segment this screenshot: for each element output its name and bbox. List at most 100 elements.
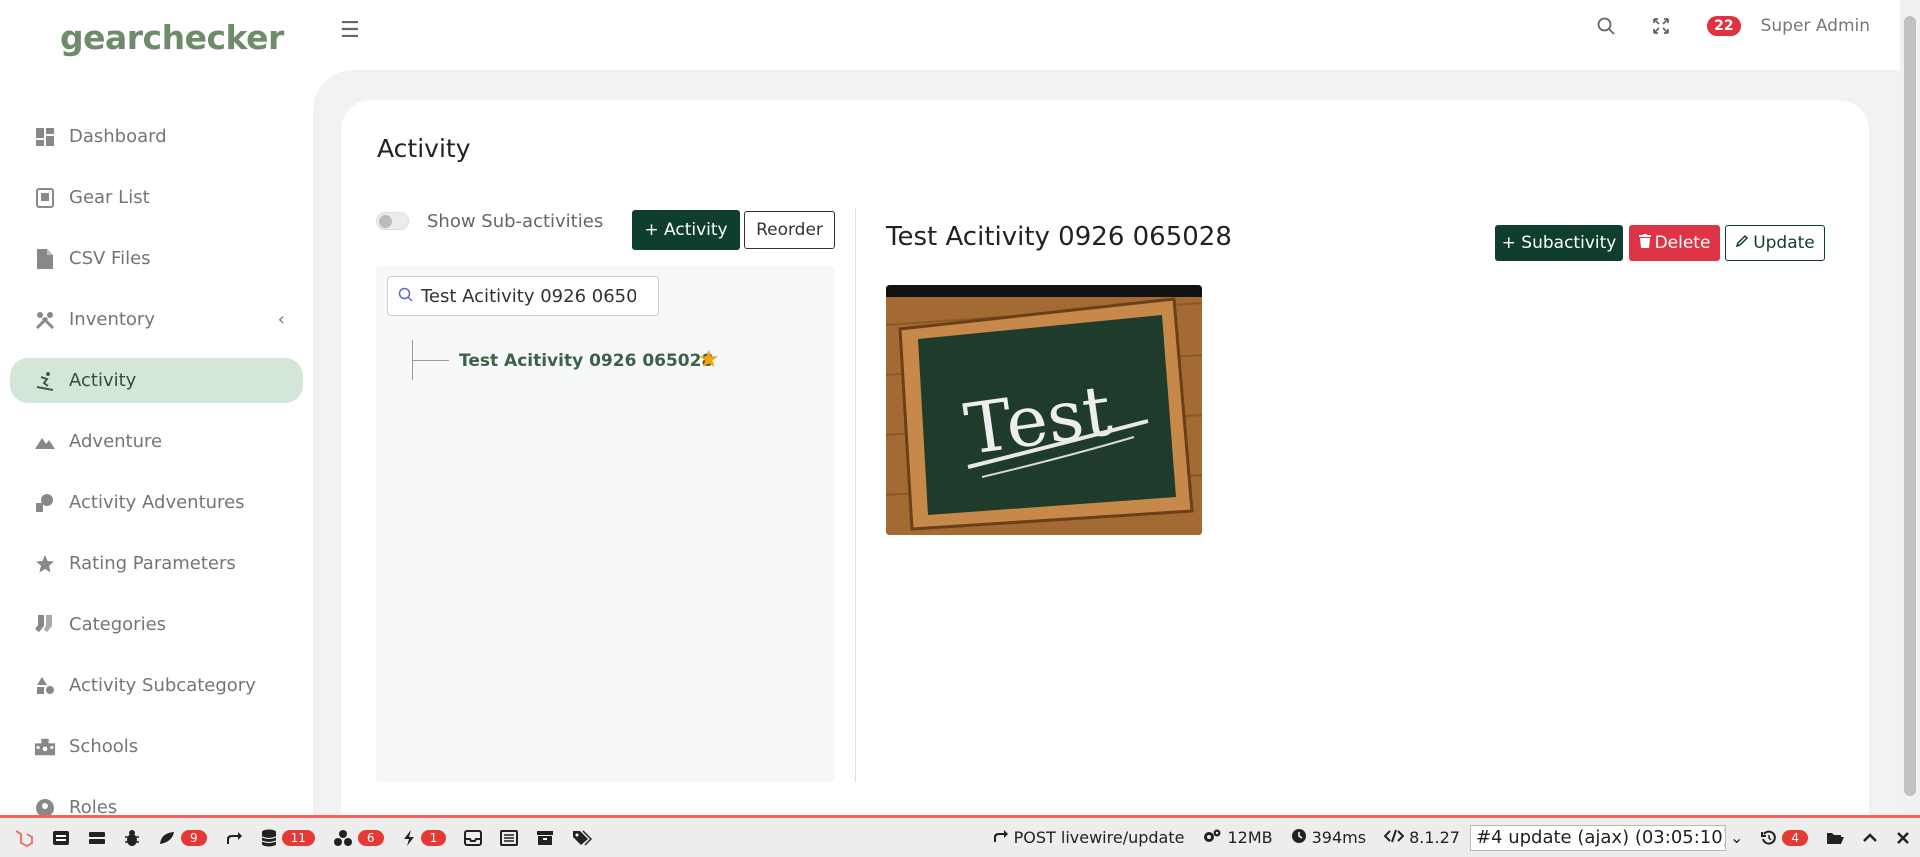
- fullscreen-icon[interactable]: [1653, 18, 1670, 34]
- sidebar-item-schools[interactable]: Schools: [10, 724, 303, 769]
- hamburger-menu-icon[interactable]: ☰: [340, 18, 360, 43]
- time-label: 394ms: [1311, 828, 1367, 847]
- views-count-badge: 9: [181, 829, 207, 846]
- page-scrollbar[interactable]: [1900, 0, 1920, 815]
- sidebar-item-label: Activity: [69, 370, 137, 391]
- database-icon[interactable]: 11: [261, 829, 315, 847]
- sidebar-item-csv-files[interactable]: CSV Files: [10, 236, 303, 281]
- search-icon[interactable]: [1597, 17, 1615, 35]
- scrollbar-thumb[interactable]: [1904, 16, 1916, 796]
- topbar: 22 Super Admin: [1559, 16, 1870, 36]
- events-icon[interactable]: 1: [402, 829, 447, 847]
- panel-divider: [855, 208, 856, 782]
- sidebar-item-activity-subcategory[interactable]: Activity Subcategory: [10, 663, 303, 708]
- toggle-knob: [379, 215, 392, 228]
- sidebar-item-gear-list[interactable]: Gear List: [10, 175, 303, 220]
- events-count-badge: 1: [420, 829, 447, 846]
- search-icon: [398, 287, 413, 306]
- sidebar-item-label: Categories: [69, 614, 167, 635]
- list-icon[interactable]: [500, 829, 519, 846]
- close-icon[interactable]: [1896, 831, 1910, 845]
- dashboard-icon: [34, 126, 56, 148]
- sidebar-item-label: Gear List: [69, 187, 150, 208]
- activity-image: Test: [886, 285, 1202, 535]
- tags-icon[interactable]: [572, 829, 593, 846]
- sidebar-item-dashboard[interactable]: Dashboard: [10, 114, 303, 159]
- queries-count-badge: 11: [281, 829, 315, 846]
- code-icon: [1383, 828, 1405, 847]
- user-menu[interactable]: Super Admin: [1761, 16, 1870, 36]
- file-icon: [34, 248, 56, 270]
- delete-label: Delete: [1654, 233, 1711, 253]
- tree-search-input[interactable]: [421, 285, 636, 307]
- debug-bar: 9 11 6 1 POST livewire/update 12MB 394ms…: [0, 815, 1920, 857]
- activity-adventures-icon: [34, 492, 56, 514]
- trash-icon: [1638, 233, 1651, 253]
- sidebar-item-label: Dashboard: [69, 126, 167, 147]
- clock-icon: [1291, 828, 1307, 848]
- star-icon: [34, 553, 56, 575]
- mountain-icon: [34, 431, 56, 453]
- messages-icon[interactable]: [52, 830, 70, 846]
- activity-tree-panel: [376, 266, 835, 782]
- add-subactivity-button[interactable]: + Subactivity: [1495, 225, 1623, 261]
- request-select-value: #4 update (ajax) (03:05:10): [1475, 827, 1726, 848]
- timeline-icon[interactable]: [88, 830, 106, 846]
- php-info[interactable]: 8.1.27: [1383, 828, 1460, 847]
- sidebar-item-activity[interactable]: Activity: [10, 358, 303, 403]
- cogs-icon: [1202, 828, 1222, 848]
- request-label: POST livewire/update: [1013, 828, 1185, 847]
- request-select[interactable]: #4 update (ajax) (03:05:10): [1469, 824, 1726, 851]
- chevron-left-icon[interactable]: ‹: [278, 309, 285, 330]
- time-info[interactable]: 394ms: [1291, 828, 1366, 848]
- sidebar-item-label: Adventure: [69, 431, 163, 452]
- notification-badge[interactable]: 22: [1707, 16, 1741, 36]
- request-info[interactable]: POST livewire/update: [993, 828, 1185, 847]
- socks-icon: [34, 614, 56, 636]
- reorder-button[interactable]: Reorder: [744, 211, 835, 249]
- update-button[interactable]: Update: [1725, 225, 1825, 261]
- sidebar-item-inventory[interactable]: Inventory ‹: [10, 297, 303, 342]
- route-icon[interactable]: [225, 830, 243, 846]
- models-icon[interactable]: 6: [333, 829, 384, 847]
- skiing-icon: [34, 370, 56, 392]
- chevron-up-icon[interactable]: [1862, 832, 1878, 843]
- share-icon: [993, 828, 1009, 847]
- show-subactivities-toggle[interactable]: [376, 212, 409, 230]
- inbox-icon[interactable]: [464, 829, 483, 846]
- sidebar-item-adventure[interactable]: Adventure: [10, 419, 303, 464]
- tree-search-box[interactable]: [387, 276, 659, 316]
- show-subactivities-label: Show Sub-activities: [427, 211, 604, 232]
- school-icon: [34, 736, 56, 758]
- archive-icon[interactable]: [536, 830, 554, 846]
- tree-node-activity[interactable]: Test Acitivity 0926 065028: [459, 351, 713, 371]
- tools-icon: [34, 309, 56, 331]
- delete-button[interactable]: Delete: [1629, 225, 1720, 261]
- shapes-icon: [34, 675, 56, 697]
- views-icon[interactable]: 9: [158, 829, 207, 846]
- gear-list-icon: [34, 187, 56, 209]
- tree-connector-horizontal: [413, 360, 449, 361]
- memory-label: 12MB: [1227, 828, 1273, 847]
- sidebar-item-categories[interactable]: Categories: [10, 602, 303, 647]
- detail-title: Test Acitivity 0926 065028: [886, 222, 1232, 252]
- php-version-label: 8.1.27: [1409, 828, 1460, 847]
- sidebar-item-label: Schools: [69, 736, 139, 757]
- laravel-logo-icon[interactable]: [14, 828, 34, 848]
- page-title: Activity: [377, 134, 471, 163]
- favorite-star-icon[interactable]: ★: [698, 345, 720, 373]
- folder-open-icon[interactable]: [1826, 831, 1844, 845]
- update-label: Update: [1753, 233, 1815, 253]
- chevron-down-icon[interactable]: ⌄: [1730, 828, 1743, 847]
- add-activity-button[interactable]: + Activity: [632, 210, 740, 250]
- sidebar-item-activity-adventures[interactable]: Activity Adventures: [10, 480, 303, 525]
- sidebar-nav: Dashboard Gear List CSV Files Inventory …: [10, 114, 303, 846]
- bug-icon[interactable]: [124, 829, 140, 847]
- sidebar-item-rating-parameters[interactable]: Rating Parameters: [10, 541, 303, 586]
- app-logo[interactable]: gearchecker: [60, 18, 284, 57]
- memory-info[interactable]: 12MB: [1202, 828, 1273, 848]
- sidebar-item-label: Activity Adventures: [69, 492, 245, 513]
- sidebar-item-label: Activity Subcategory: [69, 675, 256, 696]
- history-icon[interactable]: 4: [1761, 829, 1808, 846]
- pencil-icon: [1735, 233, 1749, 253]
